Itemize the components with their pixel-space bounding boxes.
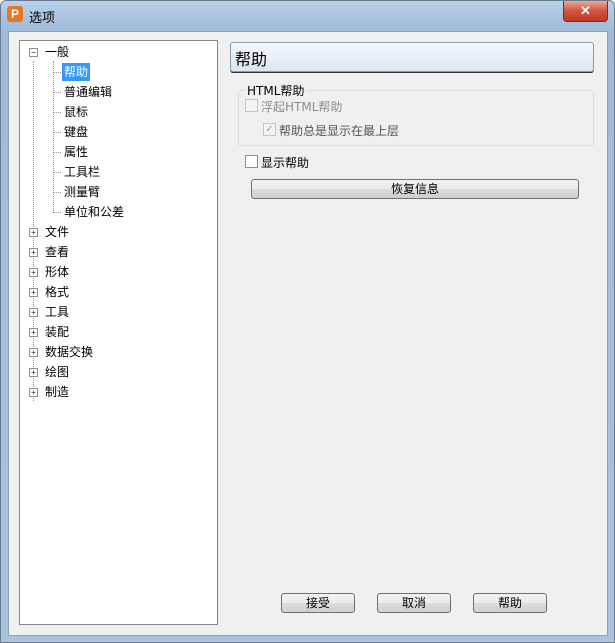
- tree-item-label: 绘图: [45, 365, 70, 379]
- help-button[interactable]: 帮助: [473, 593, 547, 613]
- expand-icon[interactable]: +: [29, 248, 38, 257]
- close-button[interactable]: ✕: [563, 1, 608, 22]
- tree-item-label: 工具: [45, 305, 70, 319]
- app-logo-icon: P: [7, 6, 23, 22]
- help-on-top-label: 帮助总是显示在最上层: [279, 124, 400, 138]
- tree-line: [53, 172, 61, 173]
- tree-item-label: 一般: [45, 45, 70, 59]
- cancel-button[interactable]: 取消: [377, 593, 451, 613]
- expand-icon[interactable]: +: [29, 288, 38, 297]
- accept-button[interactable]: 接受: [281, 593, 355, 613]
- group-title: HTML帮助: [245, 82, 307, 99]
- tree-item-label: 形体: [45, 265, 70, 279]
- show-help-checkbox[interactable]: [245, 155, 258, 168]
- expand-icon[interactable]: +: [29, 228, 38, 237]
- restore-info-button[interactable]: 恢复信息: [251, 179, 579, 199]
- tree-item-label: 文件: [45, 225, 70, 239]
- expand-icon[interactable]: +: [29, 348, 38, 357]
- tree-item-label: 工具栏: [64, 165, 101, 179]
- show-help-label: 显示帮助: [261, 156, 310, 170]
- tree-line: [53, 132, 61, 133]
- expand-icon[interactable]: +: [29, 308, 38, 317]
- options-tree[interactable]: − 一般 帮助 普通编辑 鼠标 键盘 属性 工具栏 测量臂 单位和公差 + 文件…: [19, 40, 218, 625]
- window-title: 选项: [29, 11, 56, 26]
- tree-item-label: 帮助: [62, 63, 91, 81]
- float-html-help-checkbox[interactable]: [245, 99, 258, 112]
- expand-icon[interactable]: +: [29, 388, 38, 397]
- expand-icon[interactable]: +: [29, 328, 38, 337]
- options-dialog-window: P 选项 ✕ − 一般 帮助 普通编辑 鼠标 键盘 属性 工具栏 测量臂 单位和…: [0, 0, 615, 643]
- tree-item-label: 装配: [45, 325, 70, 339]
- dialog-body: − 一般 帮助 普通编辑 鼠标 键盘 属性 工具栏 测量臂 单位和公差 + 文件…: [8, 31, 608, 636]
- title-bar[interactable]: P 选项 ✕: [1, 1, 614, 31]
- tree-line: [53, 61, 54, 211]
- tree-line: [53, 72, 61, 73]
- tree-item-label: 数据交换: [45, 345, 94, 359]
- tree-item-label: 测量臂: [64, 185, 101, 199]
- tree-item-label: 鼠标: [64, 105, 89, 119]
- help-on-top-checkbox[interactable]: ✓: [263, 123, 276, 136]
- tree-line: [53, 92, 61, 93]
- expand-icon[interactable]: +: [29, 368, 38, 377]
- tree-line: [53, 192, 61, 193]
- tree-item-general[interactable]: − 一般: [28, 43, 208, 61]
- float-html-help-label: 浮起HTML帮助: [261, 100, 343, 114]
- tree-item-label: 制造: [45, 385, 70, 399]
- tree-item-label: 键盘: [64, 125, 89, 139]
- tree-line: [53, 212, 61, 213]
- tree-line: [53, 112, 61, 113]
- tree-item-label: 普通编辑: [64, 85, 113, 99]
- expand-icon[interactable]: +: [29, 268, 38, 277]
- tree-item-label: 查看: [45, 245, 70, 259]
- tree-item-label: 单位和公差: [64, 205, 125, 219]
- panel-header: 帮助: [230, 42, 594, 72]
- collapse-icon[interactable]: −: [29, 48, 38, 57]
- tree-item-label: 格式: [45, 285, 70, 299]
- panel-title: 帮助: [235, 50, 268, 69]
- tree-line: [53, 152, 61, 153]
- tree-item-label: 属性: [64, 145, 89, 159]
